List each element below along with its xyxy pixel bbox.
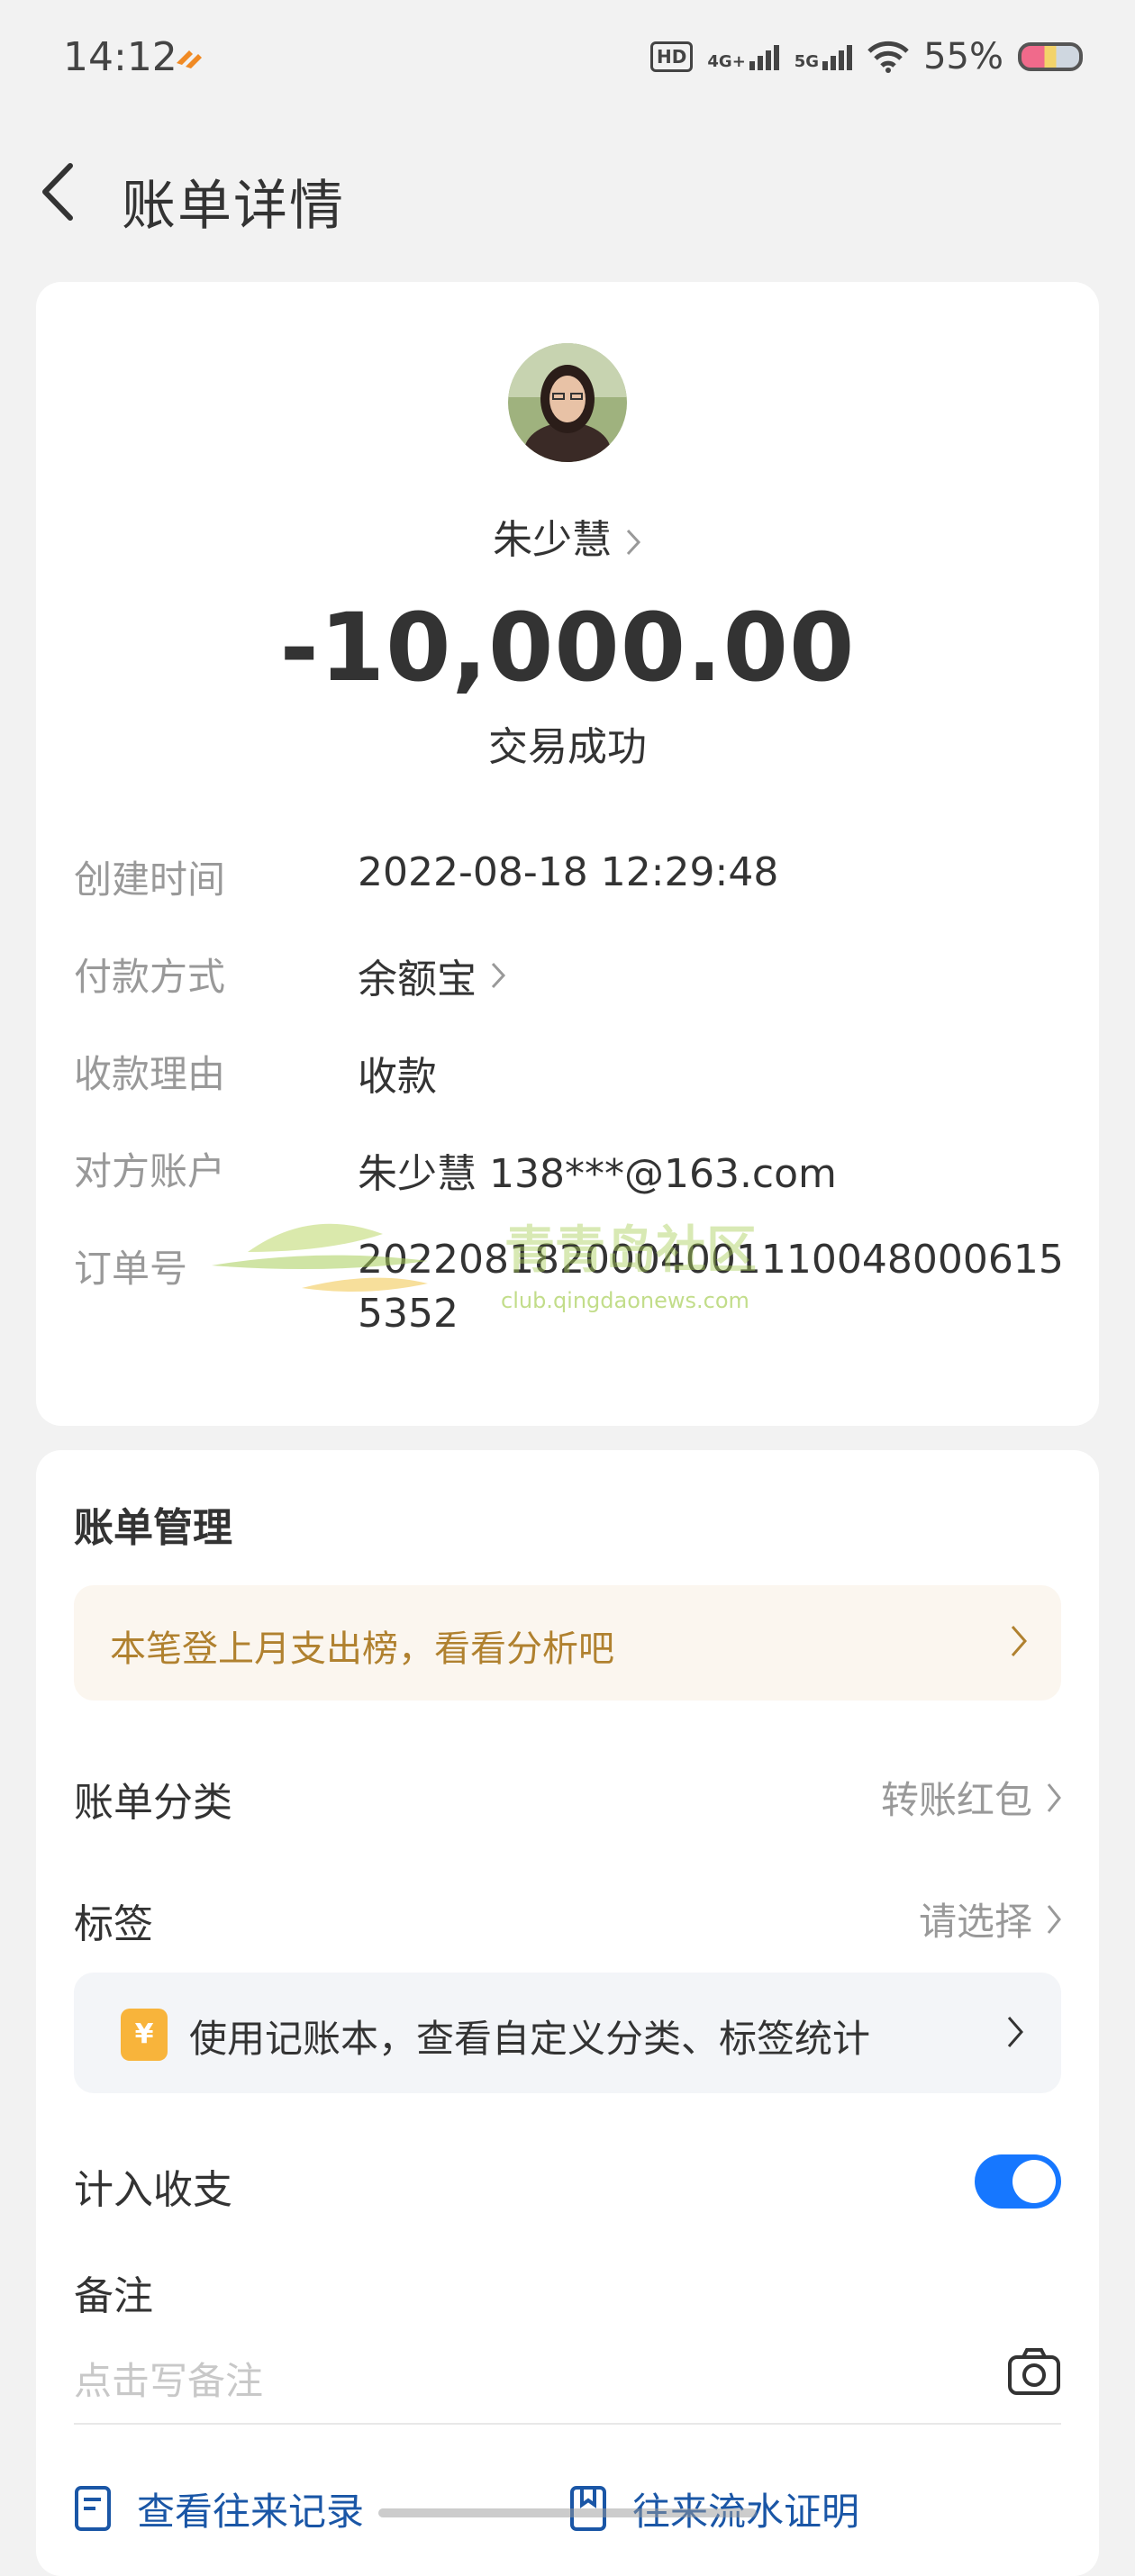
amount: -10,000.00 (279, 593, 856, 703)
promo-text: 本笔登上月支出榜，看看分析吧 (110, 1628, 614, 1670)
counterparty-label: 对方账户 (74, 1149, 226, 1193)
camera-icon[interactable] (1007, 2346, 1061, 2397)
record-icon (75, 2485, 111, 2531)
category-value: 转账红包 (880, 1778, 1032, 1822)
reason-label: 收款理由 (74, 1052, 226, 1096)
tag-selector[interactable]: 请选择 (919, 1891, 1063, 1946)
tip-text: 使用记账本，查看自定义分类、标签统计 (189, 2017, 871, 2061)
chevron-right-icon (1011, 1626, 1027, 1656)
view-history-link[interactable]: 查看往来记录 (74, 2481, 364, 2536)
chevron-right-icon (1047, 1904, 1061, 1934)
include-toggle[interactable] (975, 2154, 1061, 2209)
tag-label: 标签 (74, 1901, 153, 1947)
payee-name[interactable]: 朱少慧 (36, 507, 1099, 565)
created-time-label: 创建时间 (74, 857, 226, 902)
payment-method-text: 余额宝 (358, 957, 477, 1002)
section-title: 账单管理 (74, 1505, 232, 1551)
payment-method-label: 付款方式 (74, 955, 226, 999)
remark-label: 备注 (74, 2273, 153, 2319)
category-selector[interactable]: 转账红包 (881, 1770, 1063, 1825)
order-number-label: 订单号 (74, 1247, 188, 1291)
toggle-knob (1012, 2160, 1056, 2203)
remark-input[interactable]: 点击写备注 (74, 2351, 263, 2406)
home-indicator[interactable] (378, 2508, 757, 2517)
watermark-text: 青青岛社区 (504, 1221, 757, 1280)
wifi-icon (867, 41, 909, 73)
ledger-icon: ¥ (121, 2009, 168, 2061)
divider (74, 2423, 1061, 2425)
avatar[interactable] (508, 343, 627, 462)
counterparty-value: 朱少慧 138***@163.com (358, 1151, 837, 1197)
payee-name-text: 朱少慧 (493, 517, 612, 563)
notification-icon (177, 50, 202, 68)
battery-percent: 55% (923, 36, 1003, 77)
tag-value: 请选择 (918, 1900, 1032, 1944)
transaction-status: 交易成功 (488, 724, 647, 770)
battery-icon (1018, 42, 1083, 71)
hd-icon: HD (650, 41, 694, 72)
include-label: 计入收支 (74, 2167, 232, 2213)
status-time: 14:12 (63, 34, 177, 80)
signal-5g-icon: 5G (794, 43, 853, 70)
reason-value: 收款 (358, 1054, 437, 1100)
created-time-value: 2022-08-18 12:29:48 (358, 849, 779, 895)
page-title: 账单详情 (122, 175, 345, 238)
bill-management-card: 账单管理 本笔登上月支出榜，看看分析吧 账单分类 转账红包 标签 请选择 ¥ 使… (36, 1450, 1099, 2576)
signal-4g-icon: 4G+ (707, 43, 779, 70)
spending-rank-banner[interactable]: 本笔登上月支出榜，看看分析吧 (74, 1585, 1061, 1701)
watermark-url: club.qingdaonews.com (501, 1288, 749, 1313)
payment-method-value[interactable]: 余额宝 (358, 947, 507, 1004)
chevron-right-icon (626, 529, 641, 556)
chevron-right-icon (1007, 2017, 1023, 2047)
category-label: 账单分类 (74, 1780, 232, 1826)
chevron-right-icon (491, 962, 506, 989)
view-history-text: 查看往来记录 (137, 2490, 365, 2534)
ledger-tip-banner[interactable]: ¥ 使用记账本，查看自定义分类、标签统计 (74, 1973, 1061, 2093)
nav-bar: 账单详情 (0, 135, 1135, 243)
status-bar: 14:12 HD 4G+ 5G 55% (0, 0, 1135, 122)
back-arrow-icon[interactable] (34, 160, 88, 223)
chevron-right-icon (1047, 1782, 1061, 1812)
